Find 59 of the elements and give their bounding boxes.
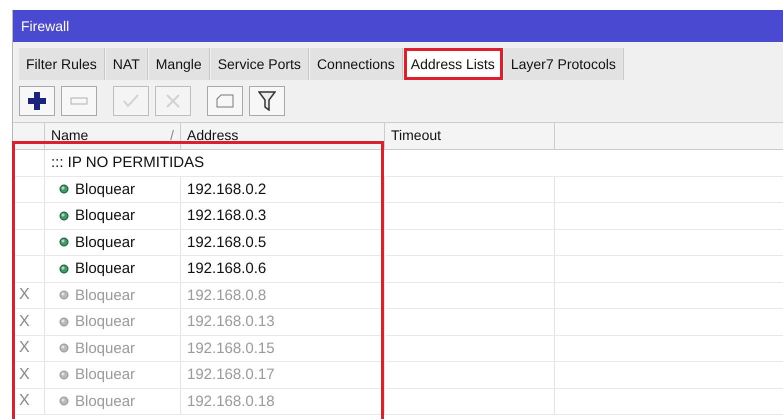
minus-icon — [70, 97, 88, 105]
status-dot-icon — [59, 264, 69, 274]
tab[interactable]: Mangle — [148, 48, 210, 80]
plus-icon — [27, 91, 47, 111]
status-dot-icon — [59, 237, 69, 248]
name-cell: Bloquear — [45, 282, 181, 308]
sort-icon: / — [170, 127, 174, 149]
filter-icon — [258, 91, 276, 111]
table-row[interactable]: Bloquear 192.168.0.2 — [13, 176, 783, 203]
name-cell: Bloquear — [45, 230, 181, 255]
status-dot-icon — [59, 396, 69, 406]
name-cell: Bloquear — [45, 256, 181, 282]
status-dot-icon — [59, 343, 69, 354]
status-dot-icon — [59, 210, 69, 221]
name-cell: Bloquear — [45, 336, 181, 361]
column-header[interactable]: Name / — [45, 123, 181, 149]
address-cell: 192.168.0.3 — [181, 203, 385, 228]
add-button[interactable] — [19, 86, 55, 116]
flag-cell: X — [13, 362, 45, 388]
address-cell: 192.168.0.8 — [181, 282, 385, 308]
status-dot-icon — [59, 370, 69, 380]
address-cell: 192.168.0.6 — [181, 256, 385, 282]
name-cell: Bloquear — [45, 309, 181, 334]
flag-cell: X — [13, 309, 45, 334]
address-cell: 192.168.0.17 — [181, 362, 385, 388]
status-dot-icon — [59, 290, 69, 300]
flag-cell: X — [13, 388, 45, 414]
name-cell: Bloquear — [45, 203, 181, 228]
status-dot-icon — [59, 316, 69, 327]
check-icon — [123, 94, 139, 108]
cross-icon — [166, 94, 180, 108]
table-row[interactable]: Bloquear 192.168.0.6 — [13, 256, 783, 282]
name-cell: Bloquear — [45, 176, 181, 202]
address-cell: 192.168.0.5 — [181, 230, 385, 255]
remove-button[interactable] — [61, 86, 97, 116]
comment-button[interactable] — [207, 86, 243, 116]
address-cell: 192.168.0.2 — [181, 176, 385, 202]
column-header[interactable]: Timeout — [385, 123, 555, 149]
tab[interactable]: Service Ports — [210, 48, 309, 80]
tab[interactable]: Layer7 Protocols — [504, 48, 624, 80]
window-title: Firewall — [21, 18, 70, 34]
comment-row-text: ::: IP NO PERMITIDAS — [50, 154, 206, 172]
tab[interactable]: NAT — [106, 48, 148, 80]
address-cell: 192.168.0.13 — [181, 309, 385, 334]
column-header[interactable]: Address — [181, 123, 385, 149]
tab[interactable]: Connections — [310, 48, 403, 80]
flag-cell: X — [13, 282, 45, 308]
status-dot-icon — [59, 184, 69, 194]
address-cell: 192.168.0.15 — [181, 336, 385, 361]
name-cell: Bloquear — [45, 388, 181, 414]
table-row[interactable]: Bloquear 192.168.0.5 — [13, 230, 783, 256]
note-icon — [216, 94, 234, 108]
flag-cell: X — [13, 336, 45, 361]
address-cell: 192.168.0.18 — [181, 388, 385, 414]
tab[interactable]: Filter Rules — [19, 48, 105, 80]
name-cell: Bloquear — [45, 362, 181, 388]
tab[interactable]: Address Lists — [404, 48, 503, 80]
table-row[interactable]: Bloquear 192.168.0.3 — [13, 203, 783, 230]
filter-button[interactable] — [249, 86, 285, 116]
